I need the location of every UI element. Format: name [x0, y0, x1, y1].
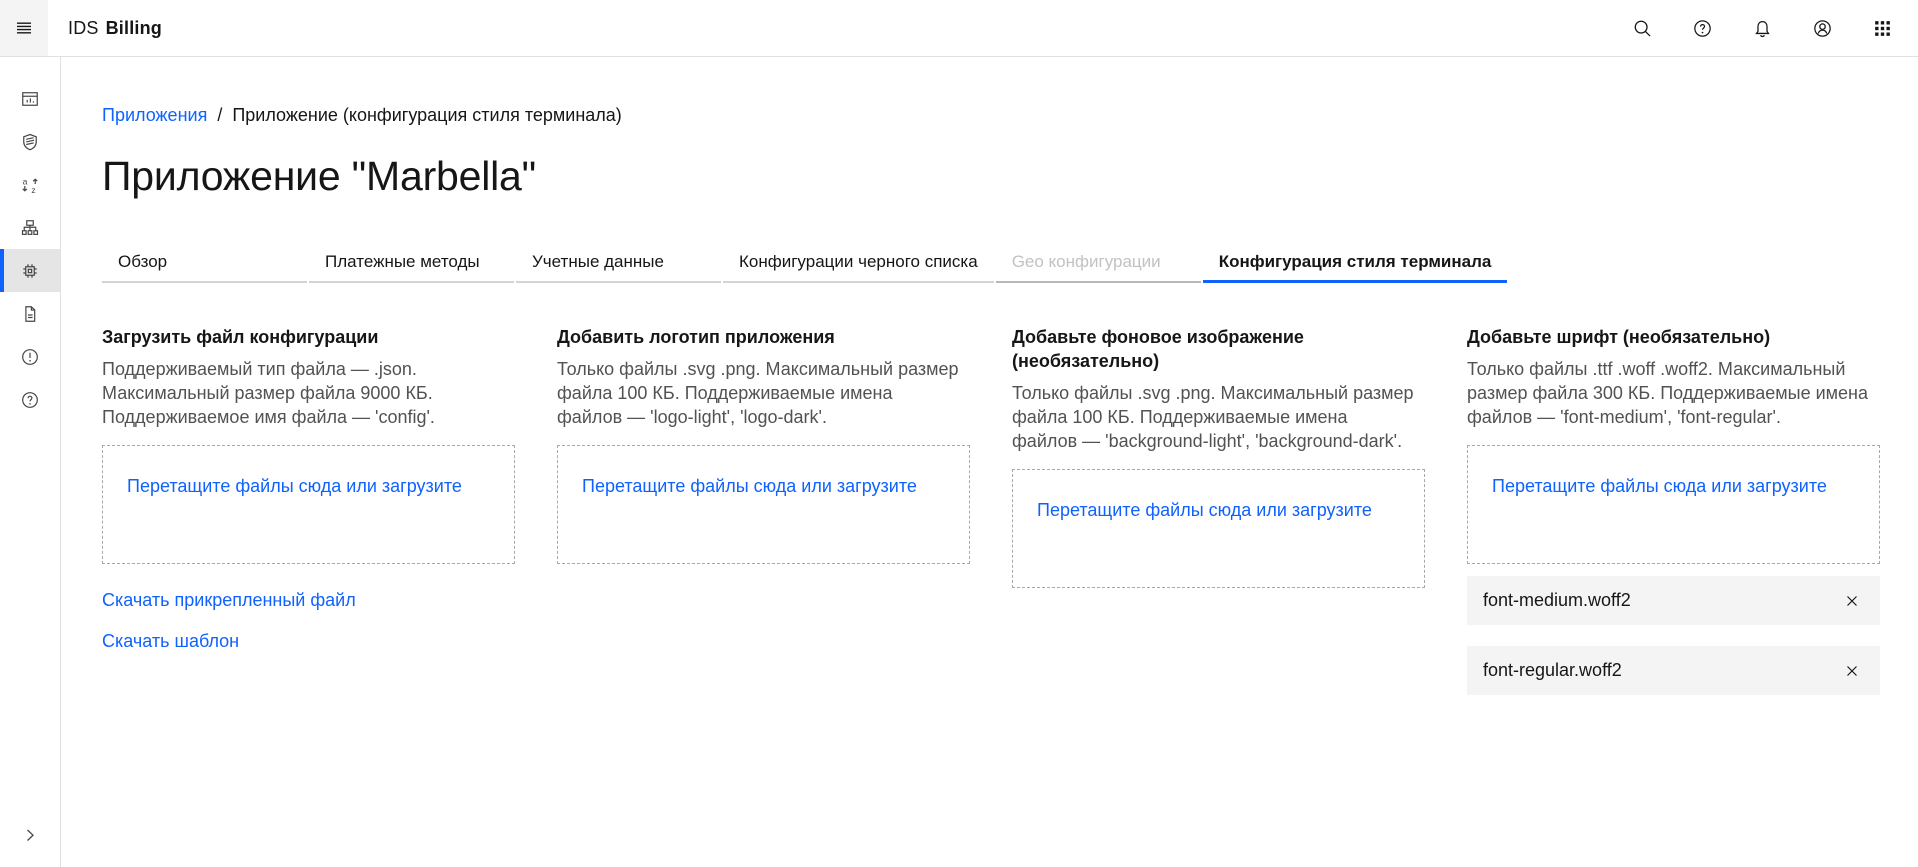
remove-file-button[interactable]	[1834, 583, 1870, 619]
side-nav: a z	[0, 57, 61, 867]
section-description: Только файлы .svg .png. Максимальный раз…	[1012, 381, 1416, 453]
section-heading: Добавить логотип приложения	[557, 325, 937, 349]
config-file-section: Загрузить файл конфигурации Поддерживаем…	[102, 325, 515, 670]
brand-logo[interactable]: IDS Billing	[68, 18, 162, 39]
file-name: font-regular.woff2	[1483, 660, 1622, 681]
dropzone-label[interactable]: Перетащите файлы сюда или загрузите	[1492, 476, 1827, 496]
logo-upload-section: Добавить логотип приложения Только файлы…	[557, 325, 970, 564]
close-icon	[1845, 664, 1859, 678]
config-file-links: Скачать прикрепленный файл Скачать шабло…	[102, 588, 515, 653]
app-switcher-button[interactable]	[1858, 0, 1906, 56]
help-circle-icon	[20, 390, 40, 410]
section-heading: Загрузить файл конфигурации	[102, 325, 482, 349]
sidebar-item-terminal-config[interactable]	[0, 249, 60, 292]
uploaded-files-list: font-medium.woff2 font-regular.woff2	[1467, 576, 1880, 695]
sidebar-item-help[interactable]	[0, 378, 60, 421]
user-avatar-icon	[1812, 18, 1833, 39]
network-hierarchy-icon	[20, 218, 40, 238]
logo-dropzone[interactable]: Перетащите файлы сюда или загрузите	[557, 445, 970, 564]
section-heading: Добавьте шрифт (необязательно)	[1467, 325, 1847, 349]
dropzone-label[interactable]: Перетащите файлы сюда или загрузите	[582, 476, 917, 496]
app-switcher-icon	[1872, 18, 1893, 39]
header-actions	[1618, 0, 1918, 56]
top-header: IDS Billing	[0, 0, 1918, 57]
search-icon	[1632, 18, 1653, 39]
help-button[interactable]	[1678, 0, 1726, 56]
font-dropzone[interactable]: Перетащите файлы сюда или загрузите	[1467, 445, 1880, 564]
dropzone-label[interactable]: Перетащите файлы сюда или загрузите	[127, 476, 462, 496]
sort-alpha-icon: a z	[20, 175, 40, 195]
document-icon	[20, 304, 40, 324]
font-upload-section: Добавьте шрифт (необязательно) Только фа…	[1467, 325, 1880, 716]
help-icon	[1692, 18, 1713, 39]
remove-file-button[interactable]	[1834, 653, 1870, 689]
download-attached-file-link[interactable]: Скачать прикрепленный файл	[102, 588, 515, 612]
page-title: Приложение "Marbella"	[102, 151, 1880, 201]
upload-sections: Загрузить файл конфигурации Поддерживаем…	[102, 325, 1880, 716]
background-dropzone[interactable]: Перетащите файлы сюда или загрузите	[1012, 469, 1425, 588]
uploaded-file-item: font-medium.woff2	[1467, 576, 1880, 625]
section-description: Поддерживаемый тип файла — .json. Максим…	[102, 357, 506, 429]
breadcrumb: Приложения / Приложение (конфигурация ст…	[102, 103, 1880, 127]
section-description: Только файлы .ttf .woff .woff2. Максимал…	[1467, 357, 1871, 429]
tab-terminal-style-config[interactable]: Конфигурация стиля терминала	[1203, 243, 1508, 283]
warning-icon	[20, 347, 40, 367]
breadcrumb-current: Приложение (конфигурация стиля терминала…	[232, 103, 621, 127]
sidebar-item-hierarchy[interactable]	[0, 206, 60, 249]
brand-prefix: IDS	[68, 18, 99, 38]
background-upload-section: Добавьте фоновое изображение (необязател…	[1012, 325, 1425, 588]
config-file-dropzone[interactable]: Перетащите файлы сюда или загрузите	[102, 445, 515, 564]
tab-overview[interactable]: Обзор	[102, 243, 307, 283]
account-button[interactable]	[1798, 0, 1846, 56]
close-icon	[1845, 594, 1859, 608]
side-nav-items: a z	[0, 77, 60, 811]
sidebar-item-dashboard[interactable]	[0, 77, 60, 120]
tab-blacklist-configs[interactable]: Конфигурации черного списка	[723, 243, 994, 283]
dropzone-label[interactable]: Перетащите файлы сюда или загрузите	[1037, 500, 1372, 520]
file-name: font-medium.woff2	[1483, 590, 1631, 611]
app-shell: IDS Billing	[0, 0, 1918, 867]
notifications-button[interactable]	[1738, 0, 1786, 56]
sidebar-item-alerts[interactable]	[0, 335, 60, 378]
chevron-right-icon	[20, 825, 40, 845]
sidebar-item-documents[interactable]	[0, 292, 60, 335]
tab-geo-configs[interactable]: Geo конфигурации	[996, 243, 1201, 283]
sidebar-item-sorting[interactable]: a z	[0, 163, 60, 206]
dashboard-icon	[20, 89, 40, 109]
section-heading: Добавьте фоновое изображение (необязател…	[1012, 325, 1392, 373]
sidenav-expand-button[interactable]	[0, 811, 60, 859]
chip-icon	[20, 261, 40, 281]
section-description: Только файлы .svg .png. Максимальный раз…	[557, 357, 961, 429]
sidebar-item-security[interactable]	[0, 120, 60, 163]
download-template-link[interactable]: Скачать шаблон	[102, 629, 515, 653]
breadcrumb-separator: /	[217, 103, 222, 127]
breadcrumb-link-applications[interactable]: Приложения	[102, 103, 207, 127]
main-content: Приложения / Приложение (конфигурация ст…	[61, 57, 1918, 867]
uploaded-file-item: font-regular.woff2	[1467, 646, 1880, 695]
svg-text:z: z	[31, 185, 35, 195]
notification-bell-icon	[1752, 18, 1773, 39]
menu-button[interactable]	[0, 0, 48, 56]
tab-bar: Обзор Платежные методы Учетные данные Ко…	[102, 243, 1880, 283]
search-button[interactable]	[1618, 0, 1666, 56]
svg-text:a: a	[23, 176, 28, 186]
tab-payment-methods[interactable]: Платежные методы	[309, 243, 514, 283]
hamburger-menu-icon	[14, 18, 34, 38]
tab-credentials[interactable]: Учетные данные	[516, 243, 721, 283]
security-shield-icon	[20, 132, 40, 152]
brand-name: Billing	[106, 18, 162, 38]
